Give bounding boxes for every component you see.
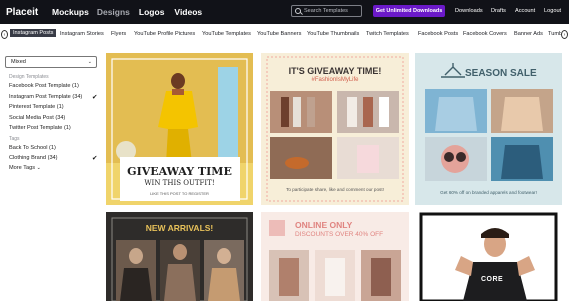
category-instagram-stories[interactable]: Instagram Stories: [60, 31, 104, 37]
filter-back-to-school[interactable]: Back To School (1): [9, 145, 56, 151]
template-card-core[interactable]: CORE: [415, 212, 562, 301]
template-card-giveaway-time[interactable]: GIVEAWAY TIME WIN THIS OUTFIT! LIKE THIS…: [106, 53, 253, 205]
filter-count: (1): [63, 125, 71, 131]
checkmark-icon: ✔: [92, 94, 98, 101]
search-input[interactable]: Search Templates: [291, 5, 362, 17]
more-tags-label: More Tags: [9, 165, 36, 171]
category-tumblr[interactable]: Tumblr: [548, 31, 561, 37]
category-facebook-posts[interactable]: Facebook Posts: [418, 31, 458, 37]
chevron-down-icon: ⌄: [36, 165, 41, 171]
more-tags-link[interactable]: More Tags ⌄: [9, 165, 41, 171]
filter-count: (34): [47, 155, 58, 161]
category-bar: ‹ Instagram Posts Instagram Stories Flye…: [0, 28, 569, 42]
nav-downloads[interactable]: Downloads: [455, 8, 483, 14]
template-card-new-arrivals[interactable]: NEW ARRIVALS!: [106, 212, 253, 301]
template-card-online-only[interactable]: ONLINE ONLY DISCOUNTS OVER 40% OFF: [261, 212, 409, 301]
nav-drafts[interactable]: Drafts: [491, 8, 506, 14]
filter-label: Clothing Brand: [9, 155, 47, 161]
filter-count: (1): [49, 145, 56, 151]
card-headline: ONLINE ONLY: [295, 220, 353, 230]
filter-twitter-post-template[interactable]: Twitter Post Template (1): [9, 125, 71, 131]
card-footer-text: LIKE THIS POST TO REGISTER: [150, 191, 209, 196]
filter-instagram-post-template[interactable]: Instagram Post Template (34): [9, 94, 82, 100]
search-placeholder: Search Templates: [304, 8, 348, 14]
filter-sidebar: Mixed ⌄ Design Templates Facebook Post T…: [0, 50, 102, 301]
category-youtube-thumbnails[interactable]: YouTube Thumbnails: [307, 31, 359, 37]
category-youtube-banners[interactable]: YouTube Banners: [257, 31, 301, 37]
card-footer-text: Get 60% off on branded apparels and foot…: [440, 190, 537, 195]
filter-count: (34): [72, 94, 83, 100]
tags-heading: Tags: [9, 136, 20, 142]
sort-value: Mixed: [11, 59, 26, 65]
filter-facebook-post-template[interactable]: Facebook Post Template (1): [9, 83, 79, 89]
category-youtube-templates[interactable]: YouTube Templates: [202, 31, 251, 37]
get-unlimited-button[interactable]: Get Unlimited Downloads: [373, 5, 445, 17]
hanger-icon: [444, 63, 462, 76]
filter-label: Twitter Post Template: [9, 125, 63, 131]
filter-label: Social Media Post: [9, 115, 54, 121]
card-footer-text: To participate share, like and comment o…: [286, 187, 384, 192]
sort-select[interactable]: Mixed ⌄: [5, 56, 97, 68]
shirt-icon: [269, 220, 285, 236]
template-card-season-sale[interactable]: SEASON SALE Get 60% off on branded appar…: [415, 53, 562, 205]
category-instagram-posts[interactable]: Instagram Posts: [10, 29, 57, 37]
filter-label: Back To School: [9, 145, 48, 151]
category-youtube-profile-pictures[interactable]: YouTube Profile Pictures: [134, 31, 195, 37]
nav-mockups[interactable]: Mockups: [52, 7, 89, 17]
main-nav: Mockups Designs Logos Videos: [42, 7, 202, 17]
card-headline: NEW ARRIVALS!: [145, 223, 214, 233]
card-headline: GIVEAWAY TIME: [127, 165, 232, 178]
card-subtext: WIN THIS OUTFIT!: [144, 179, 215, 187]
placeit-logo[interactable]: Placeit: [6, 7, 42, 18]
nav-account[interactable]: Account: [515, 8, 535, 14]
filter-label: Instagram Post Template: [9, 94, 71, 100]
filter-count: (1): [56, 104, 64, 110]
nav-logout[interactable]: Logout: [544, 8, 561, 14]
nav-designs[interactable]: Designs: [97, 7, 130, 17]
category-flyers[interactable]: Flyers: [111, 31, 126, 37]
design-templates-heading: Design Templates: [9, 74, 49, 80]
shirt-print: CORE: [481, 276, 504, 283]
nav-logos[interactable]: Logos: [139, 7, 165, 17]
card-headline: SEASON SALE: [465, 68, 537, 79]
filter-count: (1): [72, 83, 79, 89]
filter-pinterest-template[interactable]: Pinterest Template (1): [9, 104, 64, 110]
filter-label: Facebook Post Template: [9, 83, 71, 89]
filter-count: (34): [55, 115, 66, 121]
search-icon: [295, 8, 301, 14]
template-card-giveaway-fashion[interactable]: IT'S GIVEAWAY TIME! #FashionIsMyLife To …: [261, 53, 409, 205]
nav-videos[interactable]: Videos: [174, 7, 202, 17]
card-artwork: [419, 212, 558, 301]
category-facebook-covers[interactable]: Facebook Covers: [463, 31, 507, 37]
chevron-down-icon: ⌄: [87, 59, 92, 65]
chevron-left-icon[interactable]: ‹: [1, 30, 8, 39]
filter-label: Pinterest Template: [9, 104, 56, 110]
card-headline: IT'S GIVEAWAY TIME!: [288, 66, 382, 76]
top-navigation-bar: Placeit Mockups Designs Logos Videos Sea…: [0, 0, 569, 24]
chevron-right-icon[interactable]: ›: [561, 30, 568, 39]
checkmark-icon: ✔: [92, 155, 98, 162]
category-twitch-templates[interactable]: Twitch Templates: [366, 31, 409, 37]
category-banner-ads[interactable]: Banner Ads: [514, 31, 543, 37]
filter-clothing-brand[interactable]: Clothing Brand (34): [9, 155, 58, 161]
filter-social-media-post[interactable]: Social Media Post (34): [9, 115, 65, 121]
card-subtext: DISCOUNTS OVER 40% OFF: [295, 231, 384, 238]
card-hashtag: #FashionIsMyLife: [311, 77, 359, 83]
